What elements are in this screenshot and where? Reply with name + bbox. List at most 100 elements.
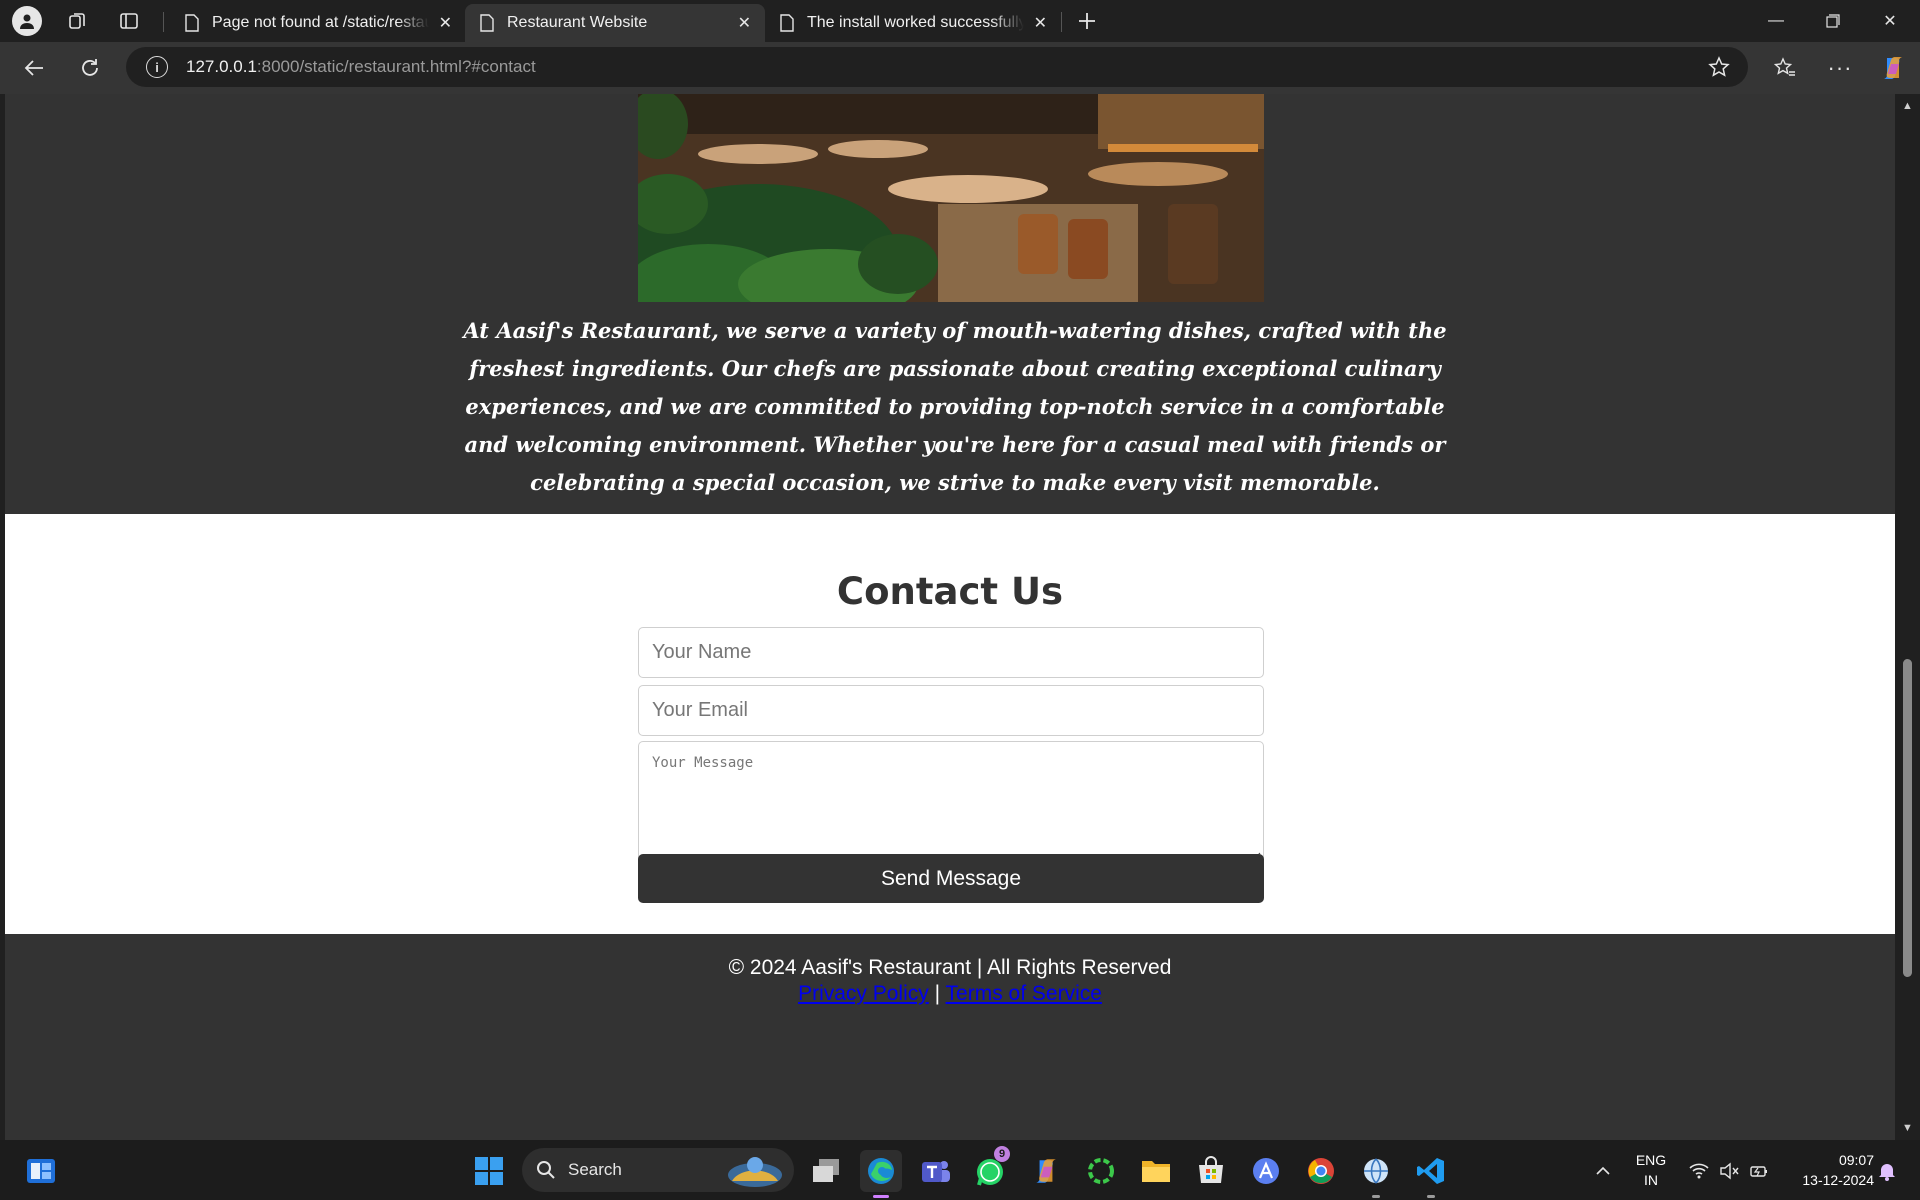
taskbar-search[interactable]: Search [522, 1148, 794, 1192]
terms-of-service-link[interactable]: Terms of Service [946, 982, 1102, 1005]
tab-title: The install worked successfully! Congrat… [807, 14, 1024, 31]
restore-button[interactable] [1805, 0, 1861, 42]
url-text[interactable]: 127.0.0.1:8000/static/restaurant.html?#c… [186, 57, 536, 77]
task-view-button[interactable] [805, 1150, 847, 1192]
volume-muted-icon [1720, 1162, 1739, 1180]
taskbar-app-green-ring[interactable] [1080, 1150, 1122, 1192]
message-placeholder: Your Message [652, 755, 754, 771]
windows-taskbar: Search 9 ENG IN 09:07 13-12-2024 [0, 1140, 1920, 1200]
vscode-icon [1417, 1158, 1444, 1184]
windows-logo-icon [475, 1157, 503, 1185]
tab-page-not-found[interactable]: Page not found at /static/restaurant.htm… [170, 4, 466, 42]
widgets-icon [27, 1159, 55, 1183]
battery-icon [1750, 1166, 1767, 1177]
start-button[interactable] [468, 1150, 510, 1192]
clock-date: 13-12-2024 [1802, 1172, 1874, 1188]
back-button[interactable] [14, 50, 54, 86]
email-input[interactable]: Your Email [638, 685, 1264, 736]
taskbar-vscode[interactable] [1410, 1150, 1452, 1198]
taskbar-copilot[interactable] [1025, 1150, 1067, 1192]
taskbar-app-globe[interactable] [1355, 1150, 1397, 1198]
url-host: 127.0.0.1 [186, 57, 257, 76]
restore-icon [1826, 14, 1840, 28]
open-app-indicator [1427, 1195, 1435, 1198]
taskbar-whatsapp[interactable]: 9 [970, 1146, 1012, 1192]
favorites-icon [1774, 57, 1795, 76]
ellipsis-icon: ··· [1827, 55, 1853, 80]
store-icon [1199, 1156, 1223, 1183]
minimize-button[interactable]: — [1748, 0, 1804, 42]
privacy-policy-link[interactable]: Privacy Policy [798, 982, 929, 1005]
page-icon [185, 14, 199, 32]
close-tab-icon[interactable]: ✕ [738, 13, 751, 33]
link-separator: | [934, 982, 941, 1005]
page-scrollbar[interactable]: ▲ ▼ [1895, 94, 1920, 1140]
browser-title-bar: Page not found at /static/restaurant.htm… [0, 0, 1920, 42]
language-indicator[interactable]: ENG IN [1628, 1150, 1674, 1190]
address-bar[interactable]: i 127.0.0.1:8000/static/restaurant.html?… [126, 47, 1748, 87]
name-input[interactable]: Your Name [638, 627, 1264, 678]
restaurant-page: At Aasif's Restaurant, we serve a variet… [5, 94, 1895, 1140]
chevron-up-icon [1596, 1166, 1610, 1175]
taskbar-edge[interactable] [860, 1150, 902, 1198]
search-icon [537, 1161, 555, 1179]
site-info-icon[interactable]: i [146, 56, 168, 78]
tab-restaurant-website[interactable]: Restaurant Website ✕ [465, 4, 765, 42]
copilot-icon [1035, 1159, 1057, 1183]
notification-badge: 9 [994, 1146, 1010, 1162]
wifi-icon [1689, 1163, 1709, 1179]
widgets-button[interactable] [20, 1150, 62, 1192]
profile-icon [12, 6, 42, 36]
workspaces-icon [69, 13, 85, 29]
browser-viewport: At Aasif's Restaurant, we serve a variet… [0, 94, 1920, 1140]
minimize-icon: — [1768, 12, 1784, 29]
show-hidden-icons-button[interactable] [1582, 1150, 1624, 1192]
reload-button[interactable] [70, 50, 110, 86]
restaurant-interior-image [638, 94, 1264, 302]
taskbar-app-blue-a[interactable] [1245, 1150, 1287, 1192]
active-app-indicator [873, 1195, 889, 1198]
close-icon: ✕ [1883, 13, 1897, 30]
about-description: At Aasif's Restaurant, we serve a variet… [463, 318, 1447, 495]
tab-install-worked[interactable]: The install worked successfully! Congrat… [765, 4, 1061, 42]
edge-icon [868, 1158, 894, 1184]
open-app-indicator [1372, 1195, 1380, 1198]
url-path: :8000/static/restaurant.html?#contact [256, 57, 536, 76]
page-footer: © 2024 Aasif's Restaurant | All Rights R… [5, 934, 1895, 1140]
close-tab-icon[interactable]: ✕ [1034, 13, 1047, 33]
bell-icon [1879, 1164, 1895, 1181]
taskbar-store[interactable] [1190, 1150, 1232, 1192]
message-textarea[interactable]: Your Message [638, 741, 1264, 863]
scrollbar-thumb[interactable] [1903, 659, 1912, 977]
new-tab-button[interactable] [1066, 6, 1108, 36]
more-menu-button[interactable]: ··· [1820, 50, 1860, 86]
profile-button[interactable] [6, 6, 48, 36]
scroll-up-arrow-icon[interactable]: ▲ [1901, 100, 1914, 112]
tab-title: Page not found at /static/restaurant.htm… [212, 14, 429, 31]
scroll-down-arrow-icon[interactable]: ▼ [1901, 1122, 1914, 1134]
quick-settings-button[interactable] [1684, 1150, 1774, 1192]
search-label: Search [568, 1160, 622, 1179]
favorites-button[interactable] [1765, 50, 1805, 86]
blue-a-app-icon [1253, 1158, 1279, 1184]
teams-icon [922, 1161, 950, 1182]
notifications-button[interactable] [1872, 1150, 1902, 1192]
task-view-icon [813, 1159, 839, 1182]
clock[interactable]: 09:07 13-12-2024 [1780, 1150, 1874, 1190]
close-tab-icon[interactable]: ✕ [439, 13, 452, 33]
send-message-button[interactable]: Send Message [638, 854, 1264, 903]
reload-icon [82, 59, 98, 76]
tab-title: Restaurant Website [507, 14, 648, 31]
clock-time: 09:07 [1838, 1152, 1874, 1168]
tab-separator [163, 12, 164, 32]
close-window-button[interactable]: ✕ [1862, 0, 1918, 42]
copilot-button[interactable] [1873, 50, 1913, 86]
about-section: At Aasif's Restaurant, we serve a variet… [5, 94, 1895, 514]
favorite-star-icon[interactable] [1708, 56, 1730, 83]
green-ring-app-icon [1088, 1158, 1114, 1184]
taskbar-teams[interactable] [915, 1150, 957, 1192]
workspaces-button[interactable] [56, 6, 98, 36]
taskbar-chrome[interactable] [1300, 1150, 1342, 1192]
vertical-tabs-button[interactable] [108, 6, 150, 36]
taskbar-file-explorer[interactable] [1135, 1150, 1177, 1192]
